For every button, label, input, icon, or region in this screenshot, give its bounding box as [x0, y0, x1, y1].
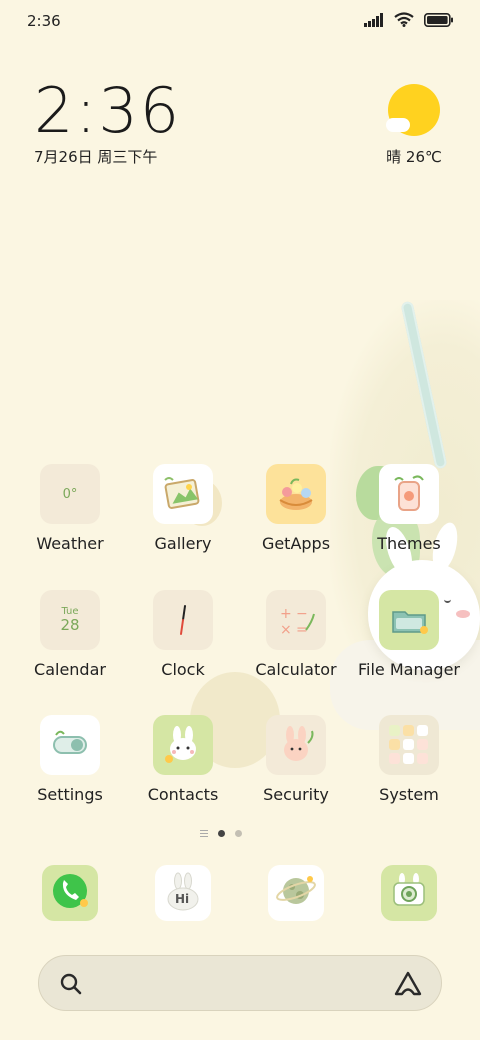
app-gallery[interactable]: Gallery	[127, 464, 239, 553]
messages-hi-text: Hi	[175, 892, 190, 906]
app-settings[interactable]: Settings	[14, 715, 126, 804]
app-system-folder[interactable]: System	[353, 715, 465, 804]
app-security[interactable]: Security	[240, 715, 352, 804]
dock-browser[interactable]	[268, 865, 324, 921]
planet-browser-icon	[274, 869, 318, 917]
app-weather[interactable]: 0° Weather	[14, 464, 126, 553]
app-label: Themes	[377, 534, 441, 553]
settings-toggle-icon	[40, 715, 100, 775]
app-clock[interactable]: Clock	[127, 590, 239, 679]
app-contacts[interactable]: Contacts	[127, 715, 239, 804]
clock-date: 7月26日 周三下午	[34, 148, 158, 166]
wifi-icon	[394, 12, 414, 31]
gallery-icon	[153, 464, 213, 524]
app-label: Weather	[36, 534, 104, 553]
phone-icon	[48, 869, 92, 917]
dock-camera[interactable]	[381, 865, 437, 921]
app-label: File Manager	[358, 660, 460, 679]
clock-widget[interactable]: 2:36 7月26日 周三下午	[34, 78, 181, 167]
folder-icon	[379, 590, 439, 650]
app-label: Calculator	[255, 660, 337, 679]
app-label: System	[379, 785, 439, 804]
svg-text:−: −	[296, 606, 308, 622]
svg-text:=: =	[296, 622, 308, 638]
weather-app-icon: 0°	[40, 464, 100, 524]
app-file-manager[interactable]: File Manager	[353, 590, 465, 679]
bunny-messages-icon: Hi	[161, 871, 205, 915]
app-drawer-indicator-icon	[200, 830, 208, 837]
page-dot	[235, 830, 242, 837]
app-themes[interactable]: Themes	[353, 464, 465, 553]
page-dot-active	[218, 830, 225, 837]
themes-icon	[379, 464, 439, 524]
app-getapps[interactable]: GetApps	[240, 464, 352, 553]
clock-time: 2:36	[34, 74, 182, 147]
app-calendar[interactable]: Tue 28 Calendar	[14, 590, 126, 679]
folder-grid-icon	[379, 715, 439, 775]
app-label: Gallery	[154, 534, 212, 553]
app-label: Settings	[37, 785, 103, 804]
app-label: GetApps	[261, 534, 331, 553]
weather-app-temp: 0°	[62, 486, 78, 502]
battery-icon	[424, 12, 454, 31]
calculator-icon: + − × =	[266, 590, 326, 650]
bunny-security-icon	[266, 715, 326, 775]
search-bar[interactable]	[38, 955, 442, 1011]
status-time: 2:36	[27, 12, 61, 30]
status-bar: 2:36	[0, 0, 480, 42]
page-indicator[interactable]	[200, 830, 242, 837]
app-calculator[interactable]: + − × = Calculator	[240, 590, 352, 679]
camera-icon	[387, 869, 431, 917]
weather-widget[interactable]: 晴 26℃	[384, 84, 444, 167]
app-label: Calendar	[34, 660, 106, 679]
clock-icon	[153, 590, 213, 650]
calendar-icon: Tue 28	[40, 590, 100, 650]
calendar-date: 28	[60, 616, 80, 634]
dock-messages[interactable]: Hi	[155, 865, 211, 921]
svg-text:+: +	[280, 606, 292, 622]
signal-icon	[364, 12, 384, 31]
app-label: Clock	[161, 660, 205, 679]
app-label: Security	[263, 785, 329, 804]
app-label: Contacts	[147, 785, 219, 804]
dock-phone[interactable]	[42, 865, 98, 921]
flower-basket-icon	[266, 464, 326, 524]
bunny-contacts-icon	[153, 715, 213, 775]
assistant-icon[interactable]	[393, 970, 423, 1002]
sunny-icon	[386, 84, 440, 136]
svg-text:×: ×	[280, 622, 292, 638]
search-icon	[59, 972, 83, 1000]
weather-text: 晴 26℃	[386, 148, 442, 166]
